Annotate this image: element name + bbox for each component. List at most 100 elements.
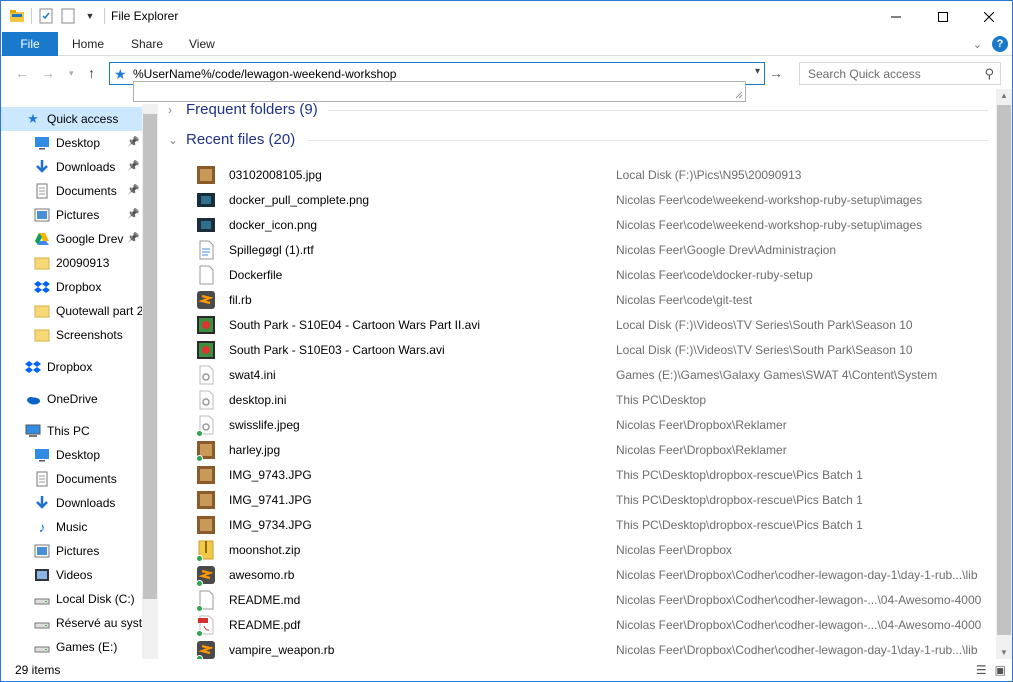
pin-icon[interactable]: 📌 <box>127 233 139 244</box>
file-name: harley.jpg <box>229 442 281 457</box>
file-row[interactable]: desktop.ini This PC\Desktop <box>196 387 996 412</box>
file-row[interactable]: README.pdf Nicolas Feer\Dropbox\Codher\co… <box>196 612 996 637</box>
scrollbar-thumb[interactable] <box>997 105 1011 635</box>
file-row[interactable]: swisslife.jpeg Nicolas Feer\Dropbox\Rekla… <box>196 412 996 437</box>
sidebar-item-label: Music <box>56 520 88 534</box>
sidebar-item-games-e[interactable]: Games (E:) <box>1 635 142 659</box>
help-icon[interactable]: ? <box>992 36 1008 52</box>
file-row[interactable]: South Park - S10E03 - Cartoon Wars.avi Lo… <box>196 337 996 362</box>
file-list-scrollbar[interactable]: ▲ ▼ <box>996 89 1012 659</box>
resize-grip-icon[interactable] <box>734 90 743 99</box>
tab-view[interactable]: View <box>189 32 215 56</box>
sidebar-item-pictures[interactable]: Pictures 📌 <box>1 203 142 227</box>
file-row[interactable]: moonshot.zip Nicolas Feer\Dropbox <box>196 537 996 562</box>
close-button[interactable] <box>966 1 1012 32</box>
sync-status-icon <box>196 629 203 637</box>
file-row[interactable]: IMG_9734.JPG This PC\Desktop\dropbox-resc… <box>196 512 996 537</box>
maximize-button[interactable] <box>920 1 966 32</box>
sidebar-item-screenshots[interactable]: Screenshots <box>1 323 142 347</box>
sidebar-item-this-pc[interactable]: This PC <box>1 419 142 443</box>
sidebar-item-music[interactable]: ♪ Music <box>1 515 142 539</box>
customize-toolbar-icon[interactable]: ▼ <box>82 8 98 24</box>
quick-access-toolbar: ▼ <box>9 8 105 24</box>
sidebar-item-quotewall-part-2[interactable]: Quotewall part 2 <box>1 299 143 323</box>
scroll-up-icon[interactable]: ▲ <box>1000 91 1008 100</box>
pin-icon[interactable]: 📌 <box>127 209 139 220</box>
file-row[interactable]: README.md Nicolas Feer\Dropbox\Codher\cod… <box>196 587 996 612</box>
tab-file[interactable]: File <box>2 32 58 56</box>
scrollbar-thumb[interactable] <box>143 114 157 599</box>
recent-locations-icon[interactable]: ▾ <box>69 68 74 79</box>
sidebar-item-onedrive[interactable]: OneDrive <box>1 387 142 411</box>
pin-icon[interactable]: 📌 <box>127 137 139 148</box>
file-list: › Frequent folders (9) ⌄ Recent files (2… <box>158 98 996 659</box>
scroll-down-icon[interactable]: ▼ <box>1000 648 1008 657</box>
go-arrow-icon[interactable]: → <box>769 65 783 81</box>
sidebar-item-label: Réservé au systè <box>56 616 149 630</box>
back-icon[interactable]: ← <box>15 65 29 81</box>
file-row[interactable]: South Park - S10E04 - Cartoon Wars Part … <box>196 312 996 337</box>
pin-icon[interactable]: 📌 <box>127 185 139 196</box>
tab-share[interactable]: Share <box>131 32 163 56</box>
file-row[interactable]: swat4.ini Games (E:)\Games\Galaxy Games\S… <box>196 362 996 387</box>
sidebar-item-google-drev[interactable]: Google Drev 📌 <box>1 227 142 251</box>
sidebar-item-20090913[interactable]: 20090913 <box>1 251 142 275</box>
sidebar-item-r-serv-au-syst[interactable]: Réservé au systè <box>1 611 149 635</box>
search-input[interactable]: Search Quick access <box>808 67 921 81</box>
file-name: Dockerfile <box>229 267 283 282</box>
file-row[interactable]: fil.rb Nicolas Feer\code\git-test <box>196 287 996 312</box>
group-recent-files[interactable]: ⌄ Recent files (20) <box>168 131 295 148</box>
file-row[interactable]: 03102008105.jpg Local Disk (F:)\Pics\N95\… <box>196 162 996 187</box>
properties-icon[interactable] <box>38 8 54 24</box>
address-input[interactable]: %UserName%/code/lewagon-weekend-workshop <box>133 67 396 81</box>
up-icon[interactable]: ↑ <box>88 65 95 81</box>
address-suggestions-dropdown[interactable] <box>133 81 746 102</box>
sidebar-item-dropbox[interactable]: Dropbox <box>1 355 142 379</box>
file-row[interactable]: Spillegøgl (1).rtf Nicolas Feer\Google Dr… <box>196 237 996 262</box>
file-row[interactable]: Dockerfile Nicolas Feer\code\docker-ruby-… <box>196 262 996 287</box>
sidebar-item-desktop[interactable]: Desktop <box>1 443 142 467</box>
sublime-icon <box>196 565 216 587</box>
file-row[interactable]: docker_icon.png Nicolas Feer\code\weekend… <box>196 212 996 237</box>
maximize-icon <box>938 11 948 22</box>
desktop-icon <box>34 135 50 151</box>
sidebar-item-label: This PC <box>47 424 90 438</box>
expand-ribbon-icon[interactable]: ⌄ <box>973 38 982 51</box>
file-name: IMG_9743.JPG <box>229 467 312 482</box>
details-view-icon[interactable]: ☰ <box>976 663 987 677</box>
image-icon <box>196 190 216 210</box>
sidebar-item-local-disk-c[interactable]: Local Disk (C:) <box>1 587 142 611</box>
sidebar-item-downloads[interactable]: Downloads <box>1 491 142 515</box>
file-row[interactable]: docker_pull_complete.png Nicolas Feer\cod… <box>196 187 996 212</box>
sidebar-item-label: Videos <box>56 568 93 582</box>
settings-file-icon <box>196 365 216 385</box>
folder-icon <box>34 327 50 343</box>
pictures-icon <box>34 207 50 223</box>
file-row[interactable]: awesomo.rb Nicolas Feer\Dropbox\Codher\co… <box>196 562 996 587</box>
sidebar-item-pictures[interactable]: Pictures <box>1 539 142 563</box>
sidebar-item-videos[interactable]: Videos <box>1 563 142 587</box>
sidebar-item-dropbox[interactable]: Dropbox <box>1 275 142 299</box>
file-row[interactable]: harley.jpg Nicolas Feer\Dropbox\Reklamer <box>196 437 996 462</box>
sidebar-item-downloads[interactable]: Downloads 📌 <box>1 155 142 179</box>
group-frequent-folders[interactable]: › Frequent folders (9) <box>168 101 318 118</box>
sidebar-item-desktop[interactable]: Desktop 📌 <box>1 131 142 155</box>
file-row[interactable]: vampire_weapon.rb Nicolas Feer\Dropbox\Co… <box>196 637 996 659</box>
sidebar-item-quick-access[interactable]: ★ Quick access <box>1 107 142 131</box>
file-row[interactable]: IMG_9743.JPG This PC\Desktop\dropbox-resc… <box>196 462 996 487</box>
navigation-pane-scrollbar[interactable] <box>142 104 158 659</box>
address-dropdown-icon[interactable]: ▾ <box>755 66 760 77</box>
forward-icon[interactable]: → <box>41 65 55 81</box>
search-box[interactable]: Search Quick access ⚲ <box>799 62 1001 85</box>
large-icons-view-icon[interactable]: ▣ <box>995 663 1006 677</box>
file-row[interactable]: IMG_9741.JPG This PC\Desktop\dropbox-resc… <box>196 487 996 512</box>
chevron-down-icon: ⌄ <box>168 132 179 147</box>
tab-home[interactable]: Home <box>72 32 104 56</box>
new-folder-icon[interactable] <box>60 8 76 24</box>
rtf-icon <box>196 240 216 260</box>
sidebar-item-documents[interactable]: Documents 📌 <box>1 179 142 203</box>
minimize-button[interactable] <box>873 1 919 32</box>
ribbon-tabs: File Home Share View ⌄ ? <box>1 32 1012 56</box>
sidebar-item-documents[interactable]: Documents <box>1 467 142 491</box>
pin-icon[interactable]: 📌 <box>127 161 139 172</box>
